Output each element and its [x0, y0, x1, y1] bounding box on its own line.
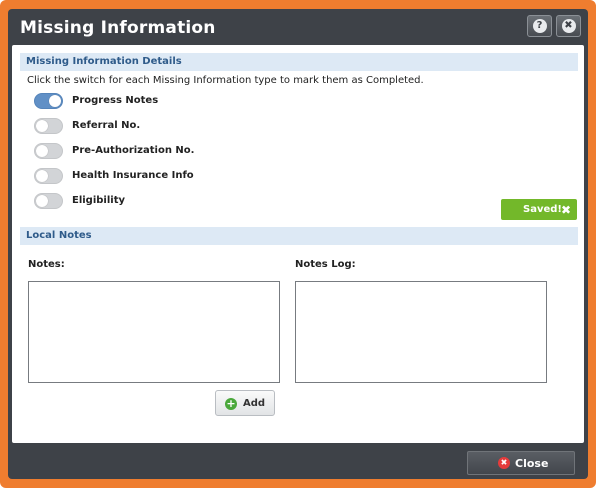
dismiss-icon[interactable]: ✖	[561, 203, 571, 217]
saved-notification: Saved! ✖	[501, 199, 577, 220]
close-button[interactable]: ✖ Close	[467, 451, 575, 475]
dialog-title: Missing Information	[20, 18, 216, 38]
missing-information-dialog: Missing Information ? ✖ Missing Informat…	[8, 9, 588, 479]
dialog-highlight-frame: Missing Information ? ✖ Missing Informat…	[0, 0, 596, 488]
toggle-label: Referral No.	[72, 120, 141, 131]
help-button[interactable]: ?	[527, 15, 552, 37]
toggle-switch-progress-notes[interactable]	[34, 93, 63, 109]
add-note-button[interactable]: + Add	[215, 390, 275, 416]
help-icon: ?	[532, 19, 547, 33]
switch-knob	[36, 170, 48, 182]
add-label: Add	[243, 398, 266, 409]
title-close-button[interactable]: ✖	[556, 15, 581, 37]
toggle-label: Pre-Authorization No.	[72, 145, 195, 156]
toggle-switch-health-insurance[interactable]	[34, 168, 63, 184]
notes-label: Notes:	[28, 259, 65, 270]
section-header-local-notes: Local Notes	[20, 227, 578, 245]
section-header-details: Missing Information Details	[20, 53, 578, 71]
switch-knob	[36, 120, 48, 132]
switch-knob	[36, 195, 48, 207]
toggle-switch-eligibility[interactable]	[34, 193, 63, 209]
instruction-text: Click the switch for each Missing Inform…	[27, 75, 424, 86]
toggle-switch-referral-no[interactable]	[34, 118, 63, 134]
toggle-switch-pre-authorization[interactable]	[34, 143, 63, 159]
toggle-label: Progress Notes	[72, 95, 159, 106]
dialog-content: Missing Information Details Click the sw…	[12, 45, 584, 443]
title-bar: Missing Information ? ✖	[8, 9, 588, 45]
switch-knob	[36, 145, 48, 157]
close-icon: ✖	[561, 19, 576, 33]
notes-log-label: Notes Log:	[295, 259, 356, 270]
notes-textarea[interactable]	[28, 281, 280, 383]
close-icon: ✖	[498, 457, 510, 469]
toggle-label: Health Insurance Info	[72, 170, 194, 181]
switch-knob	[49, 95, 61, 107]
toggle-label: Eligibility	[72, 195, 126, 206]
notes-log-textarea[interactable]	[295, 281, 547, 383]
add-icon: +	[225, 397, 237, 410]
close-label: Close	[515, 457, 549, 470]
saved-text: Saved!	[523, 204, 562, 215]
